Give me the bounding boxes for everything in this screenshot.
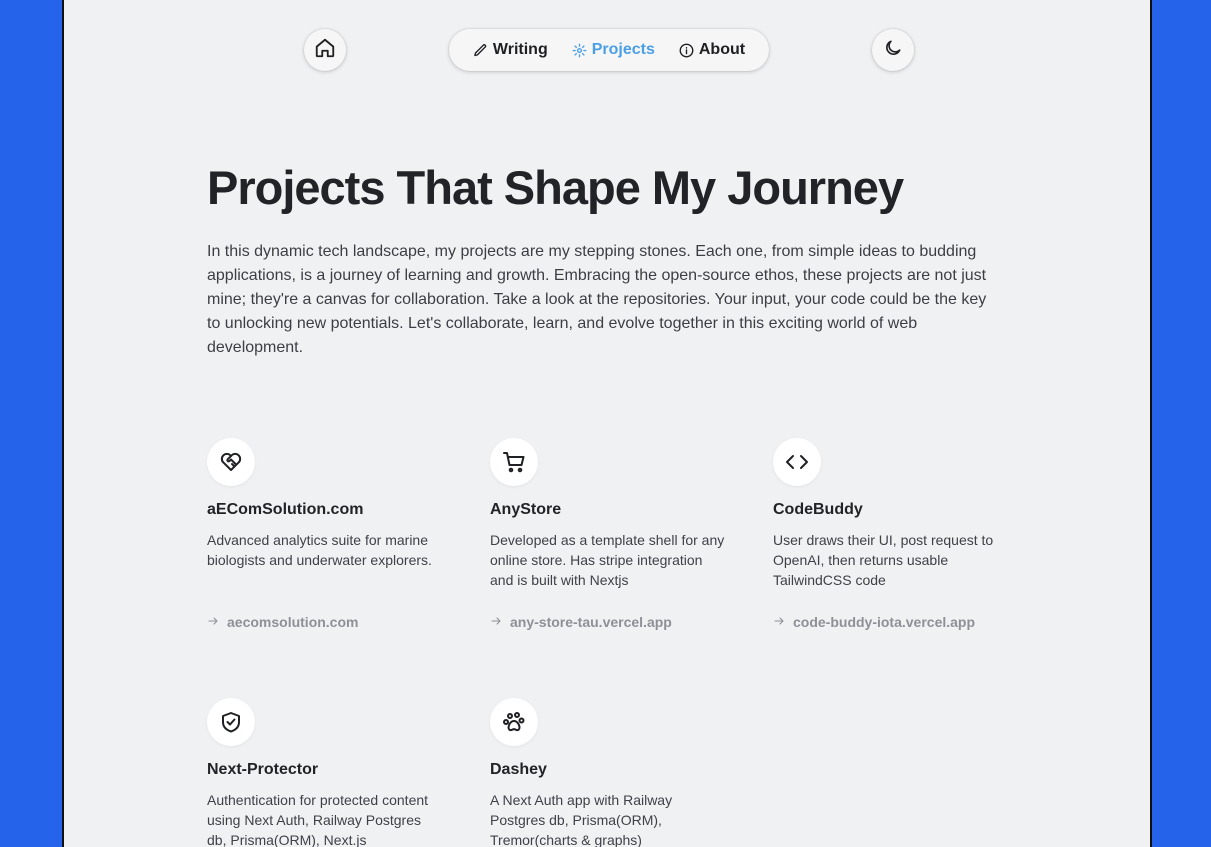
arrow-right-icon xyxy=(773,614,785,630)
main-nav: Writing Projects About xyxy=(449,29,769,71)
arrow-right-icon xyxy=(490,614,502,630)
nav-label-writing: Writing xyxy=(492,41,548,58)
project-link[interactable]: any-store-tau.vercel.app xyxy=(490,614,672,630)
info-icon xyxy=(679,43,694,58)
page-frame: Writing Projects About Projects That Sha… xyxy=(62,0,1152,847)
moon-icon xyxy=(883,38,903,63)
project-description: A Next Auth app with Railway Postgres db… xyxy=(490,792,673,847)
nav-label-projects: Projects xyxy=(591,41,655,58)
project-title: CodeBuddy xyxy=(773,501,863,518)
project-title: aEComSolution.com xyxy=(207,501,364,518)
project-link[interactable]: code-buddy-iota.vercel.app xyxy=(773,614,975,630)
nav-item-projects[interactable]: Projects xyxy=(572,41,655,59)
project-title: Next-Protector xyxy=(207,761,319,778)
project-title: AnyStore xyxy=(490,501,562,518)
intro-paragraph: In this dynamic tech landscape, my proje… xyxy=(207,243,987,356)
nav-item-about[interactable]: About xyxy=(679,41,745,59)
shield-check-icon xyxy=(207,698,255,746)
project-description: Advanced analytics suite for marine biol… xyxy=(207,532,432,568)
nav-item-writing[interactable]: Writing xyxy=(473,41,548,59)
paw-icon xyxy=(490,698,538,746)
project-title: Dashey xyxy=(490,761,547,778)
gear-icon xyxy=(572,43,587,58)
project-description: User draws their UI, post request to Ope… xyxy=(773,532,994,588)
page-title: Projects That Shape My Journey xyxy=(207,161,904,214)
project-card: Dashey A Next Auth app with Railway Post… xyxy=(490,698,730,847)
project-link-text: code-buddy-iota.vercel.app xyxy=(793,614,976,630)
project-card: aEComSolution.com Advanced analytics sui… xyxy=(207,438,447,630)
project-card: AnyStore Developed as a template shell f… xyxy=(490,438,730,630)
heart-handshake-icon xyxy=(207,438,255,486)
project-link-text: any-store-tau.vercel.app xyxy=(510,614,672,630)
project-card: CodeBuddy User draws their UI, post requ… xyxy=(773,438,1013,630)
project-description: Developed as a template shell for any on… xyxy=(490,532,725,588)
code-icon xyxy=(773,438,821,486)
nav-label-about: About xyxy=(698,41,746,58)
project-link-text: aecomsolution.com xyxy=(227,614,359,630)
home-button[interactable] xyxy=(304,29,346,71)
arrow-right-icon xyxy=(207,614,219,630)
home-icon xyxy=(314,37,336,64)
project-description: Authentication for protected content usi… xyxy=(207,792,429,847)
project-card: Next-Protector Authentication for protec… xyxy=(207,698,447,847)
shopping-cart-icon xyxy=(490,438,538,486)
pencil-icon xyxy=(473,43,488,58)
theme-toggle-button[interactable] xyxy=(872,29,914,71)
project-link[interactable]: aecomsolution.com xyxy=(207,614,358,630)
